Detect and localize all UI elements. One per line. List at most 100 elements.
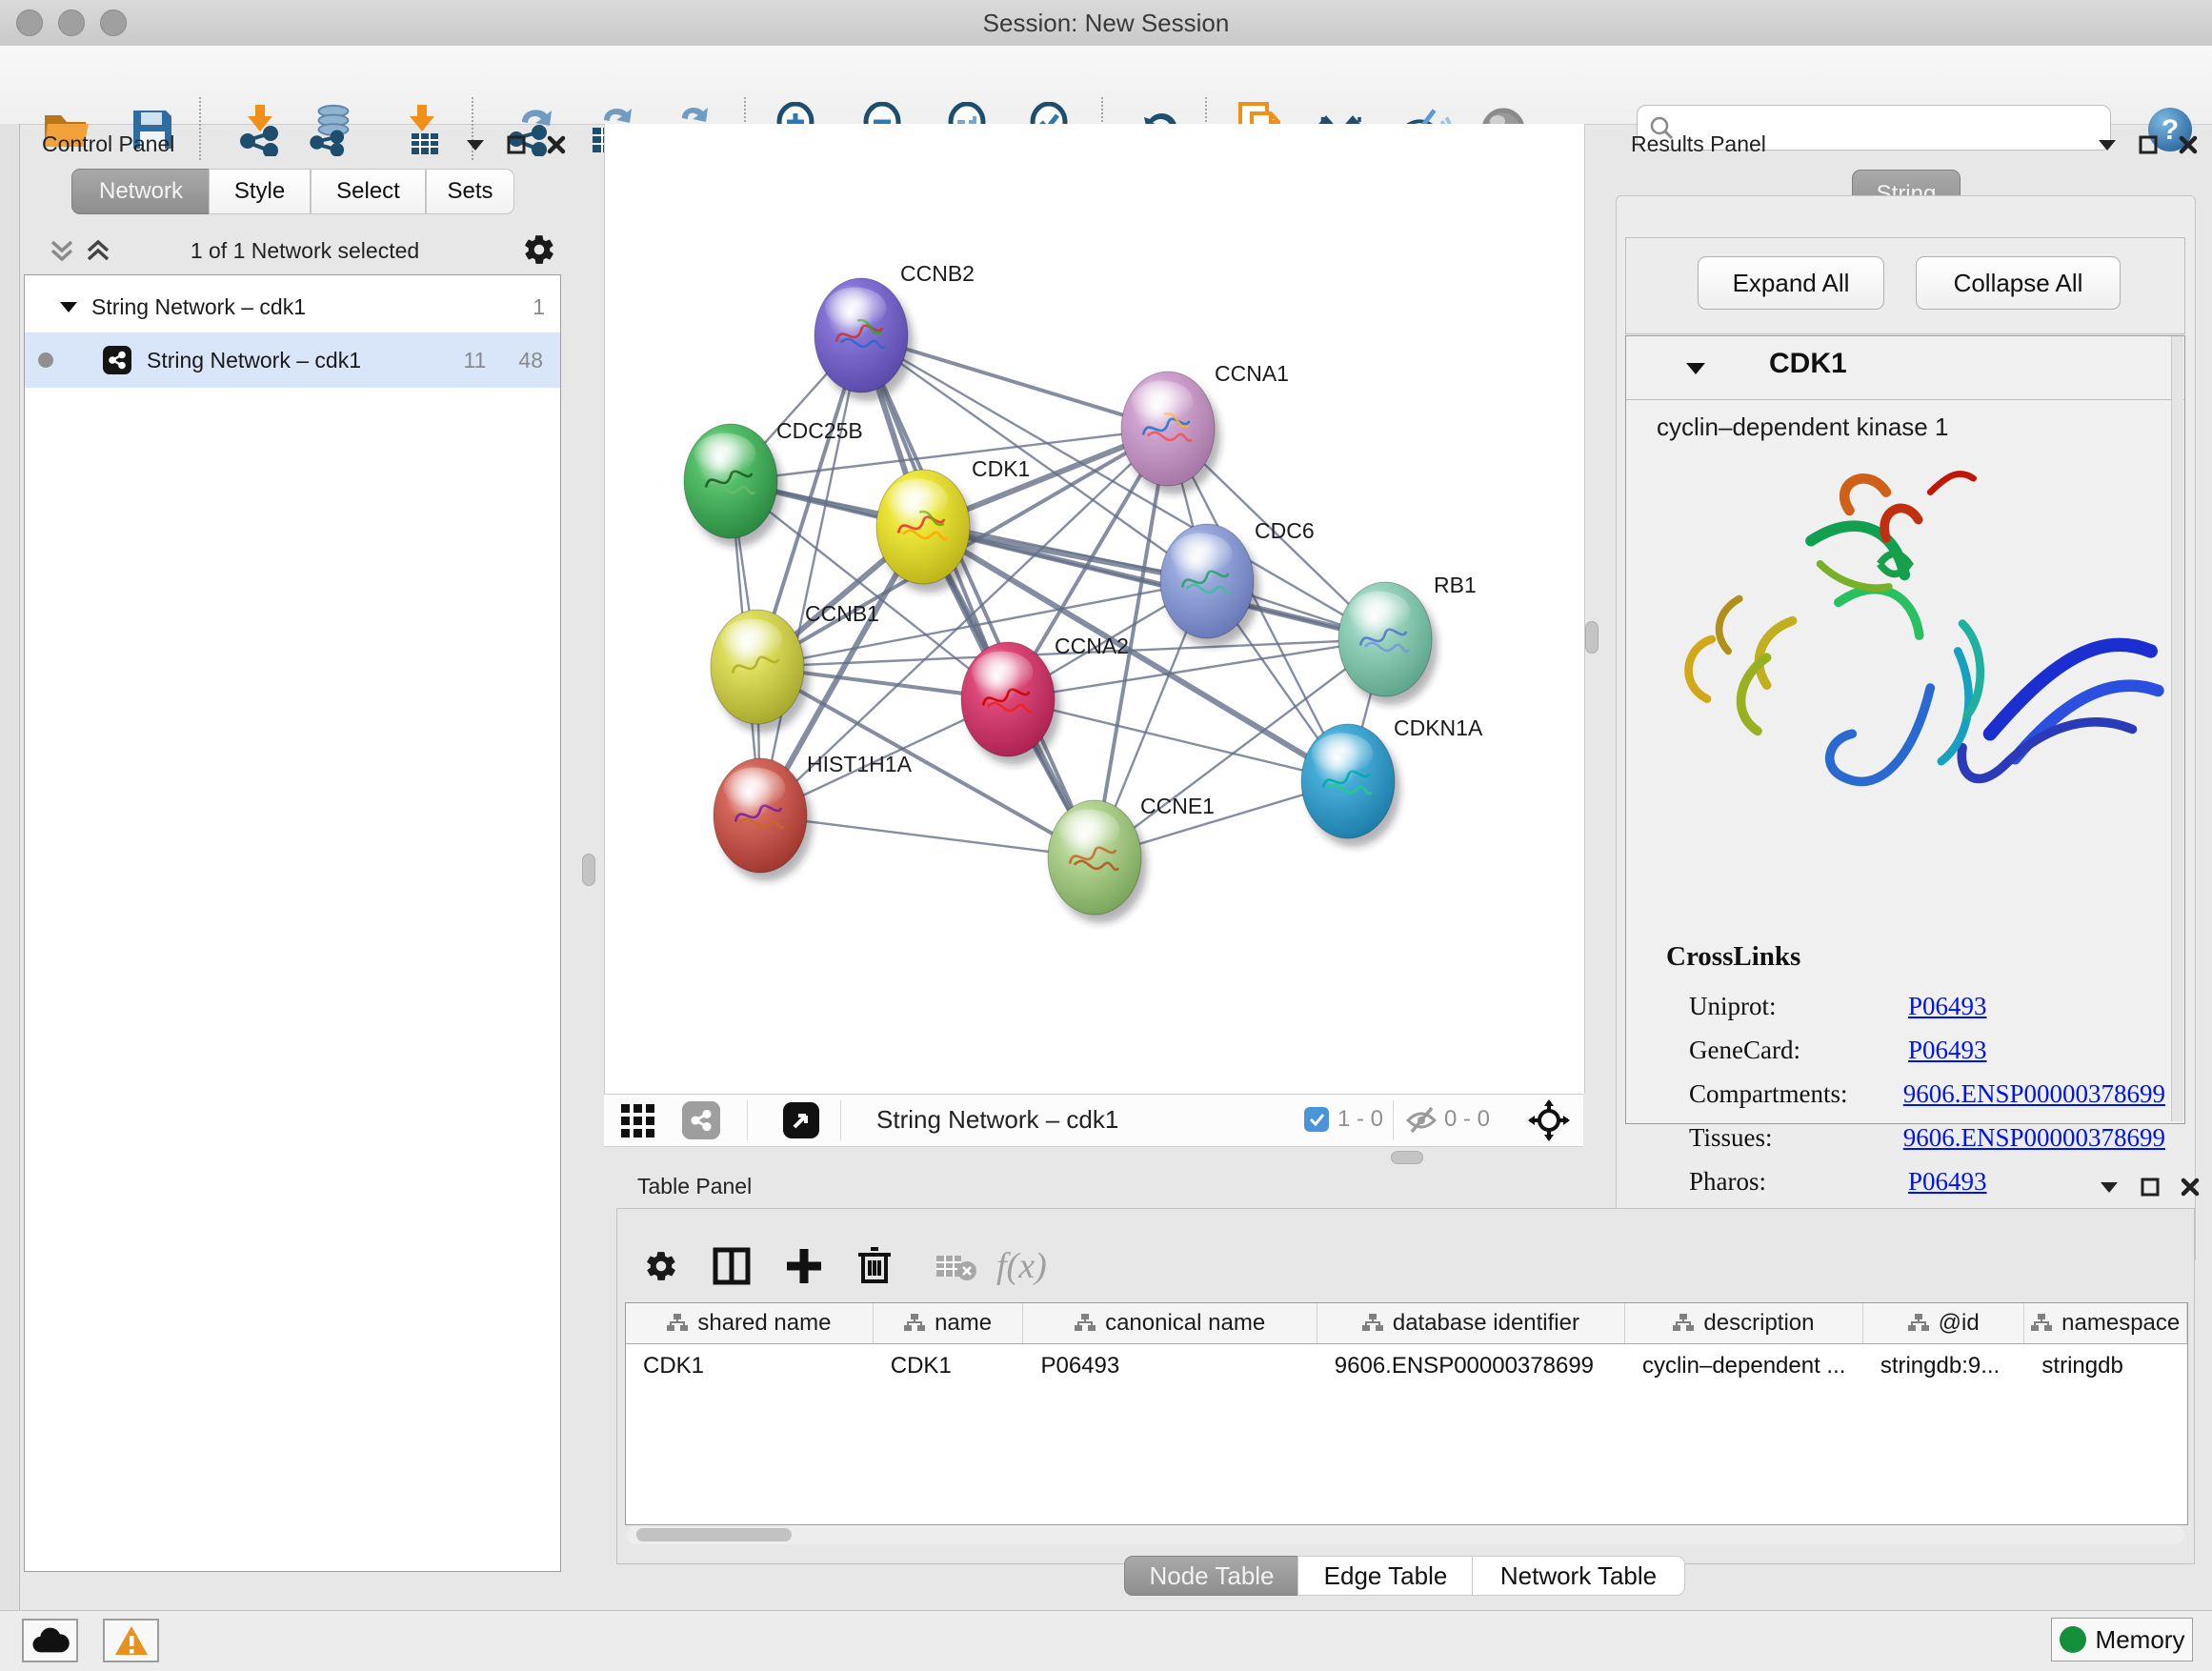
node-section-header[interactable]: CDK1 [1626,336,2184,400]
delete-column-icon[interactable] [855,1245,894,1285]
panel-close-icon[interactable] [2181,1178,2200,1197]
node-label: HIST1H1A [807,752,913,776]
network-node-count: 11 [464,348,487,373]
crosslink-label: Compartments: [1689,1079,1903,1109]
horizontal-splitter-handle[interactable] [1391,1151,1423,1164]
column-header-canonical-name[interactable]: canonical name [1023,1303,1317,1343]
grid-view-icon[interactable] [621,1104,655,1138]
warnings-button[interactable] [103,1619,159,1662]
collapse-all-networks-icon[interactable] [48,236,76,265]
selected-checkbox[interactable] [1304,1107,1329,1132]
collapse-all-label: Collapse All [1954,269,2083,298]
collection-expand-icon[interactable] [59,300,78,313]
node-label: CDK1 [972,456,1030,481]
panel-float-icon[interactable] [2141,1178,2160,1197]
table-row[interactable]: CDK1CDK1P064939606.ENSP00000378699cyclin… [626,1344,2187,1388]
memory-status-dot [2060,1626,2086,1653]
network-node-ccnb2[interactable]: CCNB2 [814,261,975,401]
network-row-selected[interactable]: String Network – cdk1 11 48 [25,332,560,388]
network-node-cdk1[interactable]: CDK1 [876,456,1030,593]
panel-close-icon[interactable] [2179,135,2198,154]
string-view-button[interactable] [682,1101,720,1139]
table-panel-title: Table Panel [637,1174,752,1199]
right-splitter-handle[interactable] [1585,621,1599,654]
tab-network-label: Network [99,178,183,205]
tab-network[interactable]: Network [71,169,211,214]
column-header-description[interactable]: description [1625,1303,1863,1343]
network-row-label: String Network – cdk1 [147,348,361,373]
panel-menu-icon[interactable] [465,138,486,151]
pan-crosshair-icon[interactable] [1528,1099,1570,1141]
tab-network-table[interactable]: Network Table [1472,1556,1685,1596]
column-header-database-identifier[interactable]: database identifier [1317,1303,1625,1343]
crosslink-link[interactable]: P06493 [1908,992,1987,1021]
control-panel: Control Panel Network Style Select Sets … [19,124,565,1610]
show-columns-icon[interactable] [713,1247,751,1285]
network-node-ccne1[interactable]: CCNE1 [1048,794,1215,923]
table-hscrollbar-thumb[interactable] [636,1528,792,1541]
network-node-cdc25b[interactable]: CDC25B [684,418,863,547]
panel-float-icon[interactable] [507,135,526,154]
network-collection-row[interactable]: String Network – cdk1 1 [25,283,560,331]
network-options-gear-icon[interactable] [522,232,556,267]
column-header-name[interactable]: name [874,1303,1024,1343]
column-header-namespace[interactable]: namespace [2024,1303,2187,1343]
crosslink-label: GeneCard: [1689,1036,1908,1065]
memory-button[interactable]: Memory [2051,1618,2193,1661]
section-collapse-icon[interactable] [1685,361,1706,375]
tab-style[interactable]: Style [209,169,311,214]
network-node-ccna1[interactable]: CCNA1 [1121,361,1289,494]
network-node-cdc6[interactable]: CDC6 [1160,518,1315,647]
table-options-gear-icon[interactable] [644,1249,678,1283]
table-hscrollbar-track[interactable] [627,1525,2184,1544]
network-node-cdkn1a[interactable]: CDKN1A [1301,715,1483,847]
table-panel-body: f(x) shared name name canonical namedataba… [616,1208,2195,1564]
results-node-section: CDK1 cyclin–dependent kinase 1 [1625,335,2185,1124]
network-graph[interactable]: CCNB2 CCNA1 CDC25B CDK1 CDC6RB1 CCNB1 CCNA2 CDK… [605,124,1584,1094]
panel-close-icon[interactable] [547,135,566,154]
network-node-hist1h1a[interactable]: HIST1H1A [714,752,913,881]
panel-float-icon[interactable] [2139,135,2158,154]
protein-structure-image [1655,451,2169,824]
tab-select[interactable]: Select [311,169,426,214]
tab-sets[interactable]: Sets [426,169,514,214]
results-panel-title: Results Panel [1631,131,1766,157]
left-splitter-handle[interactable] [582,854,595,886]
expand-all-networks-icon[interactable] [84,236,112,265]
network-node-rb1[interactable]: RB1 [1338,573,1477,705]
table-cell: CDK1 [626,1344,874,1388]
add-column-icon[interactable] [785,1247,823,1285]
results-buttons-box: Expand All Collapse All [1625,237,2185,334]
cloud-status-button[interactable] [22,1619,78,1662]
network-node-ccnb1[interactable]: CCNB1 [711,601,879,733]
column-header-shared-name[interactable]: shared name [626,1303,874,1343]
network-collection-label: String Network – cdk1 [91,294,306,320]
tab-node-table-label: Node Table [1149,1561,1274,1591]
warning-icon [114,1625,149,1656]
network-view-toolbar: String Network – cdk1 1 - 0 0 - 0 [604,1094,1583,1147]
results-scrollbar[interactable] [2171,336,2183,1121]
expand-all-button[interactable]: Expand All [1698,256,1884,310]
tab-edge-table[interactable]: Edge Table [1297,1556,1474,1596]
crosslink-link[interactable]: 9606.ENSP00000378699 [1903,1079,2165,1109]
crosslink-link[interactable]: 9606.ENSP00000378699 [1903,1123,2165,1153]
panel-menu-icon[interactable] [2097,138,2118,151]
node-label: CCNA2 [1055,634,1129,658]
column-header--id[interactable]: @id [1863,1303,2025,1343]
birds-eye-view-button[interactable] [783,1102,819,1138]
network-canvas[interactable]: CCNB2 CCNA1 CDC25B CDK1 CDC6RB1 CCNB1 CCNA2 CDK… [604,124,1585,1094]
crosslink-link[interactable]: P06493 [1908,1036,1987,1065]
hidden-count: 0 - 0 [1444,1106,1490,1133]
collapse-all-button[interactable]: Collapse All [1916,256,2121,310]
column-header-label: name [935,1310,992,1337]
function-builder-disabled: f(x) [996,1245,1047,1287]
column-header-label: namespace [2061,1310,2180,1337]
main-toolbar: ? [0,46,2212,125]
window-left-edge [0,124,20,1610]
table-cell: P06493 [1023,1344,1317,1388]
tab-node-table[interactable]: Node Table [1124,1556,1299,1596]
control-panel-controls [465,135,566,154]
panel-menu-icon[interactable] [2099,1180,2120,1194]
table-panel-controls [2099,1178,2200,1197]
window-title: Session: New Session [0,9,2212,38]
